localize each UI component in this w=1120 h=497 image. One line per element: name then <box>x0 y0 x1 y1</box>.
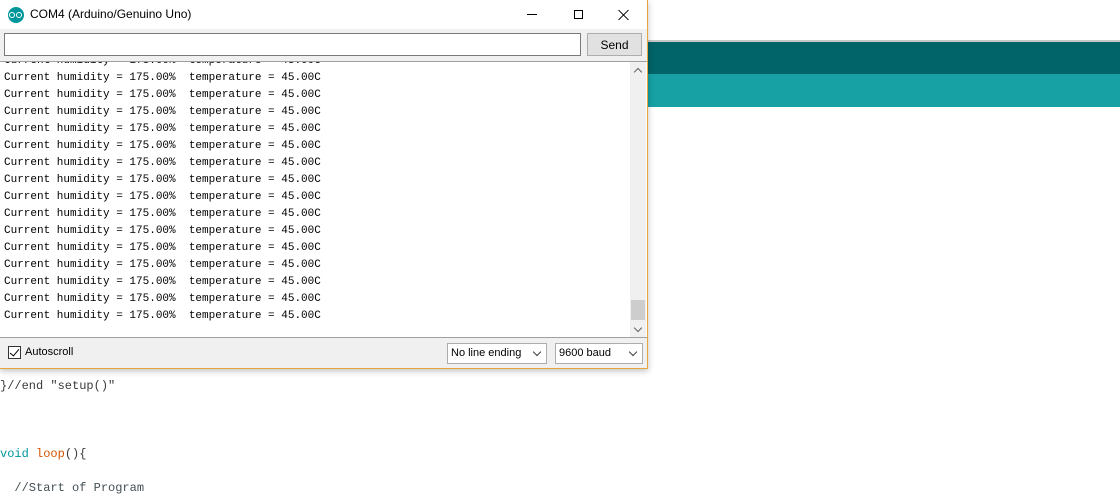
chevron-down-icon <box>633 323 643 332</box>
ide-toolbar <box>648 42 1120 74</box>
output-line: Current humidity = 175.00% temperature =… <box>4 174 321 186</box>
close-icon <box>618 9 630 21</box>
send-bar: Send <box>0 29 647 61</box>
chevron-up-icon <box>633 67 643 76</box>
arduino-logo-icon <box>8 7 24 23</box>
window-title: COM4 (Arduino/Genuino Uno) <box>30 7 192 21</box>
output-line: Current humidity = 175.00% temperature =… <box>4 208 321 220</box>
output-line: Current humidity = 175.00% temperature =… <box>4 242 321 254</box>
minimize-icon <box>527 14 537 15</box>
scrollbar-thumb[interactable] <box>631 300 645 320</box>
autoscroll-checkbox[interactable] <box>8 346 21 359</box>
output-line: Current humidity = 175.00% temperature =… <box>4 191 321 203</box>
keyword-void: void <box>0 447 29 461</box>
chevron-down-icon <box>628 347 638 357</box>
line-ending-value: No line ending <box>451 347 522 359</box>
close-button[interactable] <box>601 0 647 29</box>
code-line-loop: void loop(){ <box>0 446 86 462</box>
checkmark-icon <box>9 346 20 357</box>
code-punctuation: (){ <box>64 447 87 461</box>
baud-rate-value: 9600 baud <box>559 347 611 359</box>
output-line: Current humidity = 175.00% temperature =… <box>4 123 321 135</box>
code-line-end-setup: }//end "setup()" <box>0 379 116 393</box>
serial-input[interactable] <box>4 33 581 56</box>
send-button[interactable]: Send <box>587 33 642 56</box>
maximize-icon <box>573 10 583 19</box>
autoscroll-label: Autoscroll <box>25 346 74 358</box>
output-line: Current humidity = 175.00% temperature =… <box>4 276 321 288</box>
function-loop: loop <box>36 447 65 461</box>
output-line: Current humidity = 175.00% temperature =… <box>4 157 321 169</box>
scroll-up-button[interactable] <box>630 62 646 78</box>
ide-tab-bar <box>648 74 1120 107</box>
code-editor[interactable]: }//end "setup()" void loop(){ //Start of… <box>0 370 1120 497</box>
chevron-down-icon <box>532 347 542 357</box>
output-line: Current humidity = 175.00% temperature =… <box>4 89 321 101</box>
code-line-comment: //Start of Program <box>0 481 145 495</box>
baud-rate-select[interactable]: 9600 baud <box>555 343 643 364</box>
output-line: Current humidity = 175.00% temperature =… <box>4 225 321 237</box>
serial-monitor-window: COM4 (Arduino/Genuino Uno) Send Current … <box>0 0 648 369</box>
line-ending-select[interactable]: No line ending <box>447 343 547 364</box>
serial-output[interactable]: Current humidity = 175.00% temperature =… <box>0 61 647 338</box>
output-line: Current humidity = 175.00% temperature =… <box>4 310 321 322</box>
maximize-button[interactable] <box>555 0 601 29</box>
output-lines: Current humidity = 175.00% temperature =… <box>4 62 624 325</box>
output-line-partial: Current humidity = 175.00% temperature =… <box>4 61 321 67</box>
minimize-button[interactable] <box>509 0 555 29</box>
output-line: Current humidity = 175.00% temperature =… <box>4 259 321 271</box>
status-bar: Autoscroll No line ending 9600 baud <box>0 338 647 368</box>
output-line: Current humidity = 175.00% temperature =… <box>4 293 321 305</box>
output-line: Current humidity = 175.00% temperature =… <box>4 106 321 118</box>
output-line: Current humidity = 175.00% temperature =… <box>4 140 321 152</box>
scroll-down-button[interactable] <box>630 321 646 337</box>
output-line: Current humidity = 175.00% temperature =… <box>4 72 321 84</box>
title-bar[interactable]: COM4 (Arduino/Genuino Uno) <box>0 0 647 29</box>
vertical-scrollbar[interactable] <box>630 62 646 337</box>
